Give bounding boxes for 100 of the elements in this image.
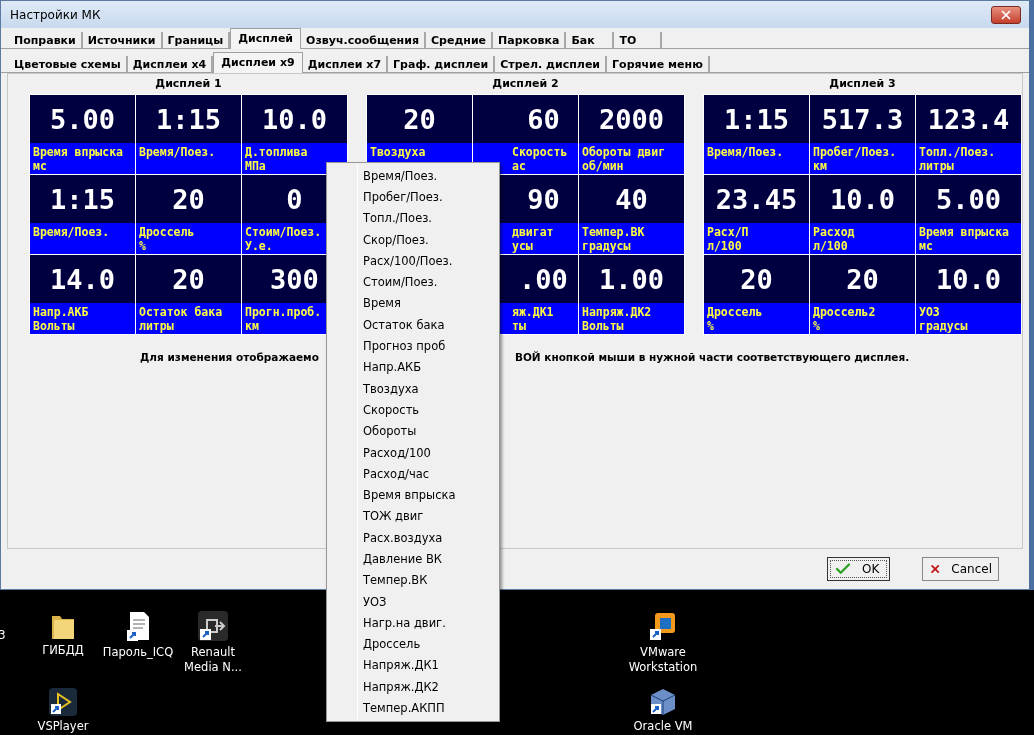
menu-item[interactable]: Темпер.ВК [357,569,497,591]
display-unit: У.е. [245,239,274,253]
display-cell[interactable]: 1:15 Время/Поез. [136,95,241,174]
display-label: Пробег/Поез. [813,145,898,159]
instruction-text: ВОЙ кнопкой мыши в нужной части соответствующего дисплея. [514,351,910,363]
display-unit: МПа [245,159,267,173]
display-label: Время/Поез. [139,145,217,159]
display-unit: Вольты [33,319,76,333]
menu-item[interactable]: Давление ВК [357,548,497,570]
menu-item[interactable]: Остаток бака [357,314,497,336]
display-label: Прогн.проб. [245,305,323,319]
desktop-icon-label[interactable]: ГИБДД [42,643,84,658]
menu-item[interactable]: Обороты [357,420,497,442]
display-cell[interactable]: 5.00 Время впрыска мс [30,95,135,174]
desktop-icon-label[interactable]: Renault Media N... [173,645,253,675]
tab[interactable]: Дисплей [230,28,302,49]
menu-item[interactable]: Расход/час [357,463,497,485]
menu-item[interactable]: Топл./Поез. [357,207,497,229]
display-unit: ты [512,319,527,333]
display-cell[interactable]: 10.0 Д.топлива МПа [242,95,347,174]
menu-item[interactable]: ТОЖ двиг [357,505,497,528]
cancel-button[interactable]: Cancel [922,557,999,581]
menu-item[interactable]: Время впрыска [357,484,497,506]
display-cell[interactable]: 20 Остаток бака литры [136,255,241,334]
menu-item[interactable]: УОЗ [357,590,497,613]
display-value: 60 [526,102,561,137]
menu-item[interactable]: Темпер.АКПП [357,697,497,719]
display-label: Время/Поез. [33,225,111,239]
display-value: 14.0 [49,262,116,297]
display-cell[interactable]: 1.00 Напряж.ДК2 Вольты [579,255,684,334]
display-label: Скорость [512,145,569,159]
display-label: Время/Поез. [707,145,785,159]
menu-item[interactable]: Пробег/Поез. [357,186,497,208]
ok-button[interactable]: OK [827,557,890,581]
display-value: 1:15 [49,182,116,217]
display-cell[interactable]: 14.0 Напр.АКБ Вольты [30,255,135,334]
display-cell[interactable]: 60 Скорость ас [473,95,578,174]
display-label: Д.топлива [245,145,309,159]
display-value: 90 [526,182,561,217]
menu-item[interactable]: Расх/100/Поез. [357,250,497,272]
display-value: 1.00 [598,262,665,297]
menu-item[interactable]: Время/Поез. [357,165,497,187]
display-unit: л/100 [813,239,849,253]
tab[interactable]: Дисплеи x9 [213,52,303,73]
display-label: Обороты двиг [582,145,667,159]
menu-item[interactable]: Дроссель [357,633,497,655]
display-cell[interactable]: 20 Дроссель % [136,175,241,254]
display-unit: усы [512,239,534,253]
display-cell[interactable]: 20 Дроссель2 % [810,255,915,334]
menu-item[interactable]: Прогноз проб [357,335,497,357]
display-value: 20 [845,262,880,297]
menu-item[interactable]: Нагр.на двиг. [357,612,497,634]
display-cell[interactable]: 1:15 Время/Поез. [30,175,135,254]
display-cell[interactable]: 40 Темпер.ВК градусы [579,175,684,254]
display-unit: км [245,319,260,333]
display-value: 10.0 [935,262,1002,297]
display-cell[interactable]: 123.4 Топл./Поез. литры [916,95,1021,174]
display-label: Расход [813,225,856,239]
display-cell[interactable]: 20 Дроссель % [704,255,809,334]
desktop-icon-label[interactable]: Пароль_ICQ [102,645,174,660]
display-cell[interactable]: 5.00 Время впрыска мс [916,175,1021,254]
display-title: Дисплей 3 [829,77,896,90]
menu-item[interactable]: Напряж.ДК1 [357,654,497,677]
desktop-icon-label[interactable]: Oracle VM [633,719,693,734]
display-label: Темпер.ВК [582,225,646,239]
display-value: 20 [171,262,206,297]
display-cell[interactable]: 517.3 Пробег/Поез. км [810,95,915,174]
menu-item[interactable]: Скорость [357,399,497,421]
display-value: 23.45 [714,182,799,217]
display-cell[interactable]: 10.0 Расход л/100 [810,175,915,254]
desktop-icon-label[interactable]: VMware Workstation [623,645,703,675]
desktop-icon-label[interactable]: VSPlayer [37,719,89,734]
menu-item[interactable]: Напряж.ДК2 [357,676,497,698]
menu-item[interactable]: Скор/Поез. [357,228,497,251]
display-cell[interactable]: 10.0 УОЗ градусы [916,255,1021,334]
display-cell[interactable]: 2000 Обороты двиг об/мин [579,95,684,174]
menu-item[interactable]: Стоим/Поез. [357,271,497,293]
menu-item[interactable]: Расх.воздуха [357,527,497,549]
menu-item[interactable]: Время [357,292,497,315]
menu-item[interactable]: Твоздуха [357,377,497,400]
menu-item[interactable]: Расход/100 [357,441,497,464]
display-cell[interactable]: 23.45 Расх/П л/100 [704,175,809,254]
display-value: 10.0 [261,102,328,137]
desktop-icon-label[interactable]: 3 [0,628,6,643]
display-value: 5.00 [935,182,1002,217]
display-cell[interactable]: 1:15 Время/Поез. [704,95,809,174]
instruction-text: Для изменения отображаемо [140,351,319,363]
close-button[interactable] [991,5,1021,24]
display-value: 2000 [598,102,665,137]
menu-item[interactable]: Напр.АКБ [357,356,497,378]
display-label: Напряж.ДК2 [582,305,653,319]
display-label: Дроссель [707,305,764,319]
display-label: Дроссель2 [813,305,877,319]
display-unit: ас [512,159,527,173]
display-label: Время впрыска [919,225,1010,239]
display-unit: градусы [919,319,969,333]
display-label: Расх/П [707,225,750,239]
display-title: Дисплей 2 [492,77,559,90]
display-unit: литры [139,319,175,333]
display-label: Твоздуха [370,145,427,159]
